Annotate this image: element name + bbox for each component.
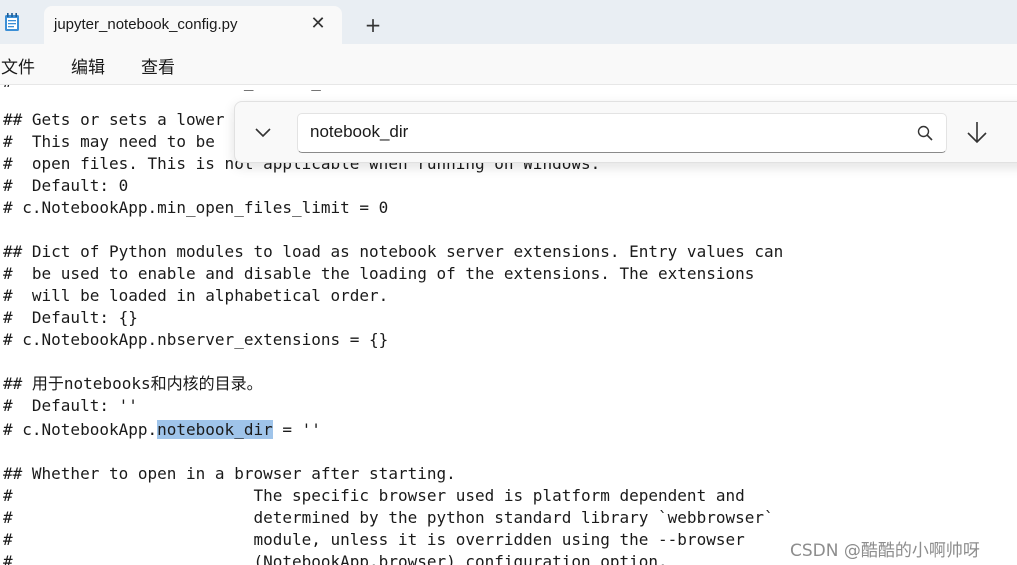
code-line: # This may need to be — [3, 132, 215, 151]
code-line: # The specific browser used is platform … — [3, 486, 745, 505]
close-icon[interactable]: ✕ — [308, 14, 328, 34]
code-line: # be used to enable and disable the load… — [3, 264, 755, 283]
code-line: # Default: {} — [3, 308, 138, 327]
code-line: ## Whether to open in a browser after st… — [3, 464, 456, 483]
code-line: # determined by the python standard libr… — [3, 508, 774, 527]
find-bar: notebook_dir — [234, 101, 1017, 163]
menu-edit[interactable]: 编辑 — [71, 53, 105, 78]
code-line: # module, unless it is overridden using … — [3, 530, 745, 549]
search-match-highlight: notebook_dir — [157, 420, 273, 439]
code-line: # c.NotebookApp.nbserver_extensions = {} — [3, 330, 389, 349]
plus-icon[interactable]: + — [362, 14, 384, 36]
code-line: # will be loaded in alphabetical order. — [3, 286, 389, 305]
code-line: # (NotebookApp.browser) configuration op… — [3, 552, 668, 565]
code-text: = '' — [272, 420, 321, 439]
code-text: # c.NotebookApp. — [3, 420, 158, 439]
menu-bar: 文件 编辑 查看 — [0, 44, 1017, 85]
menu-file[interactable]: 文件 — [1, 53, 35, 78]
chevron-down-icon[interactable] — [251, 120, 275, 144]
search-query: notebook_dir — [310, 122, 409, 141]
code-line: # c.NotebookApp.notebook_dir = '' — [3, 419, 321, 441]
code-line: # c.NotebookApp.min_open_files_limit = 0 — [3, 198, 389, 217]
tab-title: jupyter_notebook_config.py — [54, 16, 238, 33]
title-bar: jupyter_notebook_config.py ✕ + — [0, 0, 1017, 44]
menu-view[interactable]: 查看 — [141, 53, 175, 78]
arrow-down-icon[interactable] — [965, 120, 989, 146]
search-icon[interactable] — [916, 124, 934, 142]
code-line: # Default: '' — [3, 396, 138, 415]
tab-file[interactable]: jupyter_notebook_config.py ✕ — [44, 6, 342, 44]
watermark: CSDN @酷酷的小啊帅呀 — [790, 541, 980, 561]
code-line: ## Dict of Python modules to load as not… — [3, 242, 784, 261]
search-input[interactable]: notebook_dir — [297, 113, 947, 153]
code-line: ## Gets or sets a lower — [3, 110, 225, 129]
code-line: # _ _ — [3, 85, 321, 93]
code-line: ## 用于notebooks和内核的目录。 — [3, 374, 263, 393]
code-line: # Default: 0 — [3, 176, 129, 195]
notepad-icon — [4, 12, 20, 32]
